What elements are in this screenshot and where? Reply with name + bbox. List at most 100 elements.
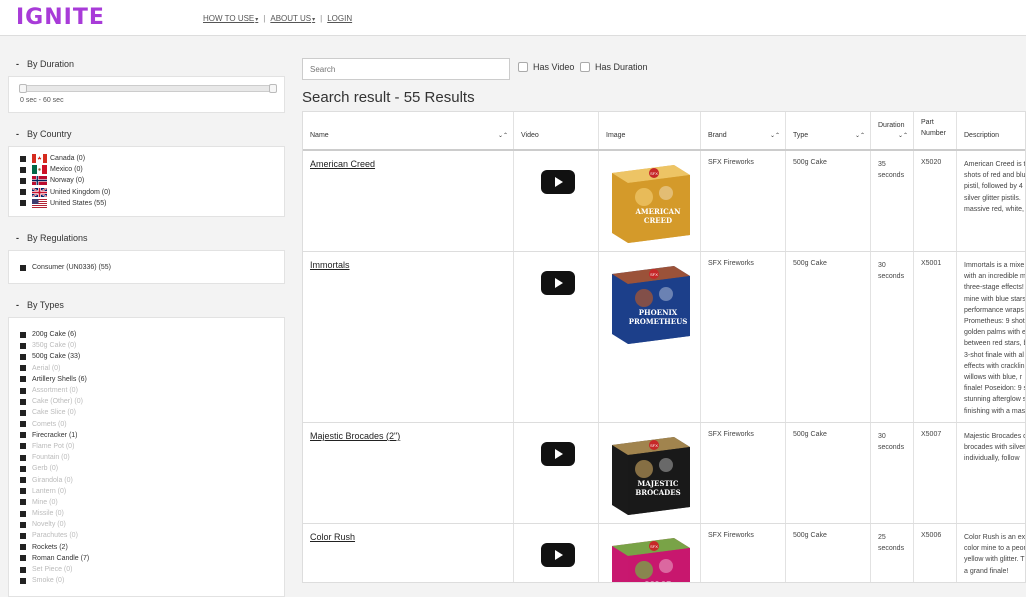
checkbox-icon[interactable] bbox=[20, 342, 26, 349]
filter-option[interactable]: Mexico (0) bbox=[20, 164, 273, 175]
product-name-link[interactable]: Majestic Brocades (2") bbox=[310, 431, 400, 441]
checkbox-icon[interactable] bbox=[20, 443, 26, 450]
filter-option[interactable]: Comets (0) bbox=[20, 419, 273, 430]
filter-option[interactable]: Mine (0) bbox=[20, 497, 273, 508]
filter-option[interactable]: Parachutes (0) bbox=[20, 530, 273, 541]
checkbox-icon[interactable] bbox=[20, 189, 26, 196]
description-value: Majestic Brocades d brocades with silver i… bbox=[964, 433, 1026, 463]
filter-option[interactable]: Firecracker (1) bbox=[20, 430, 273, 441]
duration-max-handle[interactable] bbox=[269, 84, 277, 93]
filter-option[interactable]: Lantern (0) bbox=[20, 486, 273, 497]
checkbox-icon[interactable] bbox=[20, 454, 26, 461]
checkbox-icon[interactable] bbox=[20, 477, 26, 484]
product-image[interactable]: SFX PHOENIX PROMETHEUS bbox=[604, 260, 692, 345]
play-video-icon[interactable] bbox=[541, 442, 575, 466]
ignite-logo[interactable]: IGNITE bbox=[16, 5, 105, 30]
checkbox-icon[interactable] bbox=[20, 521, 26, 528]
play-video-icon[interactable] bbox=[541, 170, 575, 194]
filter-option[interactable]: Consumer (UN0336) (55) bbox=[20, 262, 273, 273]
filter-option[interactable]: Assortment (0) bbox=[20, 385, 273, 396]
column-header-brand[interactable]: Brand ⌄⌃ bbox=[701, 112, 786, 149]
checkbox-icon[interactable] bbox=[20, 465, 26, 472]
filter-option[interactable]: Norway (0) bbox=[20, 175, 273, 186]
checkbox-icon[interactable] bbox=[20, 421, 26, 428]
checkbox-icon[interactable] bbox=[20, 387, 26, 394]
product-name-link[interactable]: Color Rush bbox=[310, 532, 355, 542]
collapse-icon: - bbox=[16, 129, 19, 139]
duration-min-handle[interactable] bbox=[19, 84, 27, 93]
column-header-type[interactable]: Type ⌄⌃ bbox=[786, 112, 871, 149]
filter-option[interactable]: Missile (0) bbox=[20, 508, 273, 519]
has-video-checkbox[interactable]: Has Video bbox=[518, 62, 574, 72]
checkbox-icon[interactable] bbox=[20, 488, 26, 495]
search-input[interactable] bbox=[302, 58, 510, 80]
types-filter-title: By Types bbox=[27, 300, 64, 310]
filter-option[interactable]: Cake Slice (0) bbox=[20, 407, 273, 418]
product-name-link[interactable]: Immortals bbox=[310, 260, 350, 270]
checkbox-icon[interactable] bbox=[20, 155, 26, 162]
cell-image: SFXCOLORRUSH bbox=[599, 524, 701, 583]
nav-link-how-to-use[interactable]: HOW TO USE▾ bbox=[203, 14, 258, 23]
product-name-link[interactable]: American Creed bbox=[310, 159, 375, 169]
filter-option[interactable]: 500g Cake (33) bbox=[20, 351, 273, 362]
sort-icon[interactable]: ⌄⌃ bbox=[498, 132, 508, 139]
checkbox-icon[interactable] bbox=[20, 166, 26, 173]
filter-option[interactable]: Set Piece (0) bbox=[20, 564, 273, 575]
main-nav: HOW TO USE▾ | ABOUT US▾ | LOGIN bbox=[203, 14, 352, 23]
filter-option[interactable]: 350g Cake (0) bbox=[20, 340, 273, 351]
checkbox-icon[interactable] bbox=[20, 398, 26, 405]
filter-option-label: Gerb (0) bbox=[32, 465, 59, 473]
types-filter-header[interactable]: - By Types bbox=[8, 293, 285, 317]
filter-option[interactable]: Girandola (0) bbox=[20, 474, 273, 485]
filter-option[interactable]: United States (55) bbox=[20, 198, 273, 209]
checkbox-icon[interactable] bbox=[20, 409, 26, 416]
checkbox-icon[interactable] bbox=[20, 376, 26, 383]
checkbox-icon[interactable] bbox=[20, 365, 26, 372]
filter-option[interactable]: Novelty (0) bbox=[20, 519, 273, 530]
checkbox-icon[interactable] bbox=[20, 532, 26, 539]
duration-filter-header[interactable]: - By Duration bbox=[8, 52, 285, 76]
checkbox-icon[interactable] bbox=[20, 555, 26, 562]
checkbox-icon[interactable] bbox=[20, 432, 26, 439]
checkbox-icon[interactable] bbox=[20, 331, 26, 338]
checkbox-icon[interactable] bbox=[20, 200, 26, 207]
filter-option[interactable]: Fountain (0) bbox=[20, 452, 273, 463]
svg-text:COLOR: COLOR bbox=[644, 580, 673, 583]
checkbox-icon[interactable] bbox=[20, 264, 26, 271]
product-image[interactable]: SFX AMERICAN CREED bbox=[604, 159, 692, 244]
filter-option[interactable]: United Kingdom (0) bbox=[20, 187, 273, 198]
product-image[interactable]: SFXCOLORRUSH bbox=[604, 532, 692, 583]
duration-slider[interactable] bbox=[19, 84, 277, 93]
filter-option[interactable]: Cake (Other) (0) bbox=[20, 396, 273, 407]
filter-option[interactable]: Flame Pot (0) bbox=[20, 441, 273, 452]
type-value: 500g Cake bbox=[793, 431, 827, 438]
checkbox-icon[interactable] bbox=[20, 177, 26, 184]
checkbox-icon[interactable] bbox=[20, 566, 26, 573]
checkbox-icon[interactable] bbox=[20, 544, 26, 551]
checkbox-icon[interactable] bbox=[20, 499, 26, 506]
filter-option[interactable]: 200g Cake (6) bbox=[20, 329, 273, 340]
sort-icon[interactable]: ⌄⌃ bbox=[898, 132, 908, 139]
filter-option[interactable]: Roman Candle (7) bbox=[20, 553, 273, 564]
filter-option[interactable]: Rockets (2) bbox=[20, 542, 273, 553]
column-header-duration[interactable]: Duration ⌄⌃ bbox=[871, 112, 914, 149]
regulations-filter-header[interactable]: - By Regulations bbox=[8, 226, 285, 250]
sort-icon[interactable]: ⌄⌃ bbox=[855, 132, 865, 139]
product-image[interactable]: SFX MAJESTIC BROCADES bbox=[604, 431, 692, 516]
nav-link-login[interactable]: LOGIN bbox=[327, 14, 352, 23]
filter-option[interactable]: Canada (0) bbox=[20, 153, 273, 164]
cell-brand: SFX Fireworks bbox=[701, 524, 786, 582]
sort-icon[interactable]: ⌄⌃ bbox=[770, 132, 780, 139]
nav-link-about-us[interactable]: ABOUT US▾ bbox=[270, 14, 315, 23]
play-video-icon[interactable] bbox=[541, 543, 575, 567]
checkbox-icon[interactable] bbox=[20, 353, 26, 360]
play-video-icon[interactable] bbox=[541, 271, 575, 295]
country-filter-header[interactable]: - By Country bbox=[8, 122, 285, 146]
filter-option[interactable]: Aerial (0) bbox=[20, 363, 273, 374]
checkbox-icon[interactable] bbox=[20, 577, 26, 584]
has-duration-checkbox[interactable]: Has Duration bbox=[580, 62, 648, 72]
filter-option[interactable]: Gerb (0) bbox=[20, 463, 273, 474]
filter-option[interactable]: Artillery Shells (6) bbox=[20, 374, 273, 385]
column-header-name[interactable]: Name ⌄⌃ bbox=[303, 112, 514, 149]
checkbox-icon[interactable] bbox=[20, 510, 26, 517]
